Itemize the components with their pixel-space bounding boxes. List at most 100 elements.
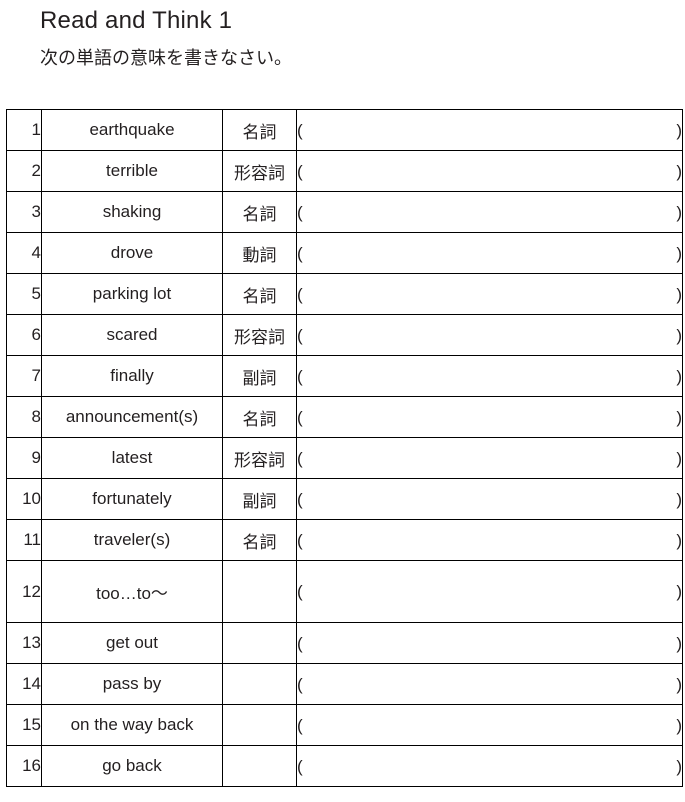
part-of-speech: [222, 663, 297, 705]
answer-blank-cell[interactable]: (): [296, 478, 683, 520]
answer-blank[interactable]: (): [297, 163, 682, 180]
paren-close: ): [676, 715, 682, 735]
table-row: 14 pass by (): [6, 663, 683, 705]
paren-open: (: [297, 715, 303, 735]
vocabulary-word: finally: [41, 355, 223, 397]
answer-blank-cell[interactable]: (): [296, 232, 683, 274]
table-row: 1 earthquake 名詞(): [6, 109, 683, 151]
answer-blank[interactable]: (): [297, 758, 682, 775]
row-number: 9: [6, 437, 42, 479]
answer-blank-cell[interactable]: (): [296, 622, 683, 664]
page-title: Read and Think 1: [40, 7, 233, 34]
vocabulary-word: earthquake: [41, 109, 223, 151]
answer-blank-cell[interactable]: (): [296, 663, 683, 705]
paren-close: ): [676, 530, 682, 550]
vocabulary-word: latest: [41, 437, 223, 479]
row-number: 2: [6, 150, 42, 192]
part-of-speech: 形容詞: [222, 314, 297, 356]
vocabulary-word: too…to〜: [41, 560, 223, 623]
answer-blank[interactable]: (): [297, 491, 682, 508]
paren-open: (: [297, 448, 303, 468]
paren-close: ): [676, 448, 682, 468]
paren-close: ): [676, 284, 682, 304]
answer-blank-cell[interactable]: (): [296, 745, 683, 787]
answer-blank[interactable]: (): [297, 583, 682, 600]
answer-blank[interactable]: (): [297, 635, 682, 652]
answer-blank[interactable]: (): [297, 368, 682, 385]
vocabulary-table: 1 earthquake 名詞() 2 terrible 形容詞() 3 shaking 名詞(…: [6, 109, 683, 787]
table-row: 4 drove 動詞(): [6, 232, 683, 274]
table-row: 2 terrible 形容詞(): [6, 150, 683, 192]
answer-blank[interactable]: (): [297, 286, 682, 303]
vocabulary-word: drove: [41, 232, 223, 274]
vocabulary-table-body: 1 earthquake 名詞() 2 terrible 形容詞() 3 shaking 名詞(…: [6, 109, 683, 787]
answer-blank-cell[interactable]: (): [296, 150, 683, 192]
paren-close: ): [676, 489, 682, 509]
answer-blank[interactable]: (): [297, 122, 682, 139]
part-of-speech: [222, 745, 297, 787]
answer-blank[interactable]: (): [297, 532, 682, 549]
vocabulary-word: announcement(s): [41, 396, 223, 438]
table-row: 13 get out (): [6, 622, 683, 664]
paren-open: (: [297, 633, 303, 653]
instruction-text: 次の単語の意味を書きなさい。: [40, 48, 292, 68]
row-number: 6: [6, 314, 42, 356]
part-of-speech: [222, 560, 297, 623]
paren-open: (: [297, 366, 303, 386]
worksheet-header: Read and Think 1 次の単語の意味を書きなさい。: [0, 0, 685, 68]
paren-close: ): [676, 243, 682, 263]
answer-blank[interactable]: (): [297, 676, 682, 693]
answer-blank[interactable]: (): [297, 450, 682, 467]
paren-close: ): [676, 674, 682, 694]
paren-close: ): [676, 120, 682, 140]
answer-blank[interactable]: (): [297, 717, 682, 734]
part-of-speech: 形容詞: [222, 437, 297, 479]
part-of-speech: 副詞: [222, 478, 297, 520]
paren-open: (: [297, 161, 303, 181]
paren-open: (: [297, 284, 303, 304]
answer-blank-cell[interactable]: (): [296, 704, 683, 746]
row-number: 4: [6, 232, 42, 274]
row-number: 16: [6, 745, 42, 787]
answer-blank[interactable]: (): [297, 204, 682, 221]
answer-blank[interactable]: (): [297, 245, 682, 262]
answer-blank[interactable]: (): [297, 327, 682, 344]
answer-blank-cell[interactable]: (): [296, 109, 683, 151]
part-of-speech: 名詞: [222, 273, 297, 315]
answer-blank-cell[interactable]: (): [296, 191, 683, 233]
table-row: 9 latest 形容詞(): [6, 437, 683, 479]
answer-blank-cell[interactable]: (): [296, 519, 683, 561]
paren-open: (: [297, 407, 303, 427]
table-row: 12 too…to〜 (): [6, 560, 683, 623]
part-of-speech: 名詞: [222, 519, 297, 561]
paren-close: ): [676, 202, 682, 222]
vocabulary-word: get out: [41, 622, 223, 664]
row-number: 3: [6, 191, 42, 233]
answer-blank-cell[interactable]: (): [296, 355, 683, 397]
worksheet-page: Read and Think 1 次の単語の意味を書きなさい。 1 earthqu…: [0, 0, 685, 802]
part-of-speech: [222, 704, 297, 746]
row-number: 12: [6, 560, 42, 623]
paren-close: ): [676, 325, 682, 345]
vocabulary-word: on the way back: [41, 704, 223, 746]
table-row: 7 finally 副詞(): [6, 355, 683, 397]
vocabulary-word: pass by: [41, 663, 223, 705]
answer-blank-cell[interactable]: (): [296, 314, 683, 356]
answer-blank-cell[interactable]: (): [296, 396, 683, 438]
vocabulary-word: shaking: [41, 191, 223, 233]
part-of-speech: [222, 622, 297, 664]
part-of-speech: 動詞: [222, 232, 297, 274]
table-row: 16 go back (): [6, 745, 683, 787]
answer-blank-cell[interactable]: (): [296, 560, 683, 623]
paren-close: ): [676, 366, 682, 386]
answer-blank[interactable]: (): [297, 409, 682, 426]
answer-blank-cell[interactable]: (): [296, 437, 683, 479]
table-row: 3 shaking 名詞(): [6, 191, 683, 233]
row-number: 5: [6, 273, 42, 315]
paren-open: (: [297, 582, 303, 601]
paren-open: (: [297, 120, 303, 140]
part-of-speech: 名詞: [222, 396, 297, 438]
paren-open: (: [297, 674, 303, 694]
paren-open: (: [297, 756, 303, 776]
answer-blank-cell[interactable]: (): [296, 273, 683, 315]
